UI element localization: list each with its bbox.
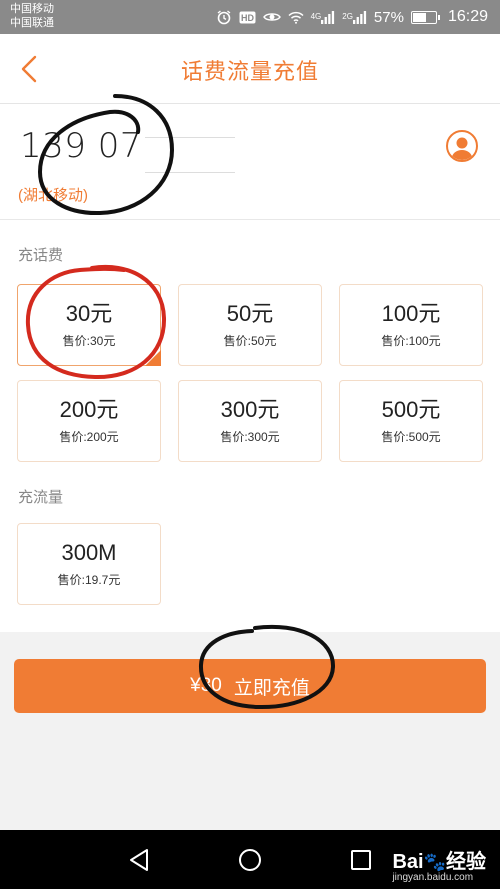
credit-option-100[interactable]: 100元 售价:100元	[339, 284, 483, 366]
person-icon	[451, 137, 473, 160]
circle-home-icon	[239, 849, 261, 871]
triangle-back-icon	[130, 849, 148, 871]
carrier-secondary: 中国联通	[10, 17, 54, 29]
paw-icon: 🐾	[423, 852, 446, 872]
page-title: 话费流量充值	[180, 59, 319, 84]
option-amount: 500元	[381, 397, 441, 422]
nav-back-button[interactable]	[126, 847, 152, 873]
eye-comfort-icon	[262, 11, 281, 23]
watermark-url: jingyan.baidu.com	[392, 872, 474, 883]
signal-4g-icon: 4G	[310, 10, 336, 24]
recharge-now-button[interactable]: ¥30 立即充值	[14, 659, 486, 713]
option-amount: 30元	[65, 301, 113, 326]
nav-home-button[interactable]	[237, 847, 263, 873]
battery-icon	[410, 10, 440, 24]
option-amount: 50元	[226, 301, 274, 326]
contacts-button[interactable]	[446, 130, 478, 162]
square-recents-icon	[351, 850, 371, 870]
recharge-label: 立即充值	[233, 677, 310, 699]
credit-option-500[interactable]: 500元 售价:500元	[339, 380, 483, 462]
credit-option-300[interactable]: 300元 售价:300元	[178, 380, 322, 462]
option-amount: 300M	[61, 540, 117, 565]
phone-number-input[interactable]: 139 07	[20, 126, 142, 166]
hd-icon: HD	[239, 11, 256, 24]
credit-option-200[interactable]: 200元 售价:200元	[17, 380, 161, 462]
data-option-300m[interactable]: 300M 售价:19.7元	[17, 523, 161, 605]
option-amount: 200元	[59, 397, 119, 422]
option-price: 售价:30元	[62, 334, 116, 348]
network-type-2: 2G	[342, 12, 353, 21]
option-price: 售价:200元	[59, 430, 119, 444]
credit-option-50[interactable]: 50元 售价:50元	[178, 284, 322, 366]
watermark-logo: Bai	[392, 851, 424, 873]
battery-percent: 57%	[373, 8, 404, 26]
status-bar: 中国移动 中国联通 HD 4G 2G 57% 16:29	[0, 0, 500, 34]
baidu-jingyan-watermark: Bai🐾经验 jingyan.baidu.com	[392, 845, 486, 883]
operator-label: (湖北移动)	[18, 187, 88, 204]
alarm-icon	[216, 9, 232, 25]
system-nav-bar: Bai🐾经验 jingyan.baidu.com	[0, 830, 500, 889]
credit-option-30[interactable]: 30元 售价:30元	[17, 284, 161, 366]
option-price: 售价:19.7元	[57, 573, 121, 587]
option-amount: 300元	[220, 397, 280, 422]
option-price: 售价:500元	[381, 430, 441, 444]
option-amount: 100元	[381, 301, 441, 326]
watermark-logo-suffix: 经验	[446, 851, 486, 873]
input-divider	[145, 172, 235, 173]
phone-section: 139 07 (湖北移动)	[0, 104, 500, 220]
carrier-primary: 中国移动	[10, 3, 54, 15]
option-price: 售价:300元	[220, 430, 280, 444]
network-type-1: 4G	[310, 12, 322, 21]
total-price: ¥30	[190, 675, 222, 696]
wifi-icon	[288, 11, 304, 24]
call-credit-label: 充话费	[18, 247, 64, 264]
option-price: 售价:100元	[381, 334, 441, 348]
nav-recents-button[interactable]	[348, 847, 374, 873]
input-divider	[145, 137, 235, 138]
data-plan-label: 充流量	[18, 489, 64, 506]
svg-text:HD: HD	[241, 13, 254, 23]
option-price: 售价:50元	[223, 334, 277, 348]
clock: 16:29	[447, 8, 488, 25]
app-header: 话费流量充值	[0, 34, 500, 104]
signal-2g-icon: 2G	[342, 10, 367, 24]
